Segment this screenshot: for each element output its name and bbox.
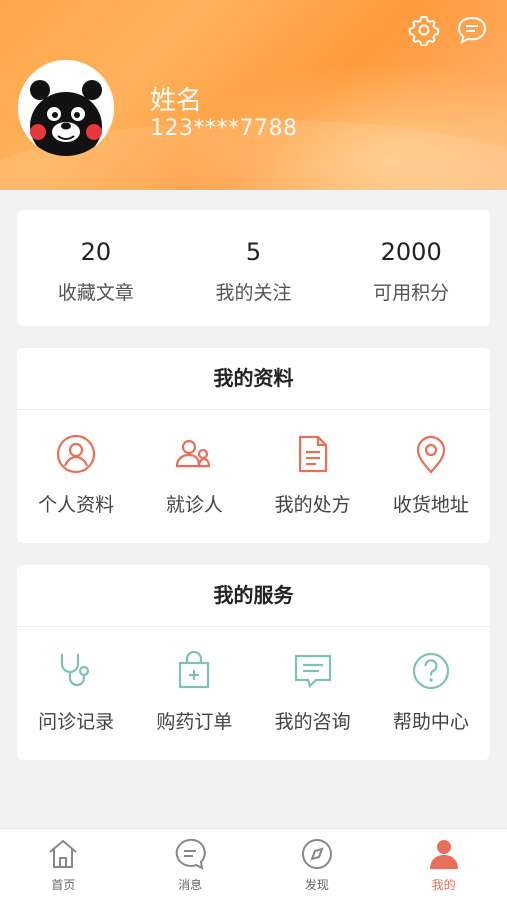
consultation-records-item[interactable]: 问诊记录 [17,627,135,734]
tab-label: 发现 [304,878,329,892]
stat-value: 5 [245,238,262,266]
stat-favorites[interactable]: 20 收藏文章 [17,210,175,326]
section-title: 我的资料 [17,348,490,410]
stat-label: 我的关注 [215,282,292,304]
bear-avatar-image [18,60,114,156]
grid-label: 帮助中心 [392,711,469,733]
stat-following[interactable]: 5 我的关注 [175,210,333,326]
help-center-item[interactable]: 帮助中心 [372,627,490,734]
home-icon [49,839,78,868]
stat-value: 2000 [380,238,442,266]
tab-messages[interactable]: 消息 [127,829,254,901]
stat-points[interactable]: 2000 可用积分 [332,210,490,326]
tab-home[interactable]: 首页 [0,829,127,901]
person-icon [429,840,458,869]
medicine-orders-item[interactable]: 购药订单 [135,627,253,734]
patients-item[interactable]: 就诊人 [135,410,253,517]
my-profile-card: 我的资料 个人资料 就诊人 我的处方 收货地址 [17,348,490,543]
stat-label: 收藏文章 [57,282,134,304]
grid-label: 我的处方 [274,494,351,516]
bottom-tab-bar: 首页 消息 发现 我的 [0,828,507,901]
tab-label: 首页 [51,878,76,892]
grid-label: 就诊人 [165,494,223,516]
shipping-address-item[interactable]: 收货地址 [372,410,490,517]
user-circle-icon [57,434,96,474]
avatar[interactable] [18,60,114,156]
message-bubble-icon[interactable] [456,14,488,46]
stats-card: 20 收藏文章 5 我的关注 2000 可用积分 [17,210,490,326]
grid-label: 购药订单 [156,711,233,733]
stat-label: 可用积分 [373,282,450,304]
message-icon [175,838,206,870]
help-question-icon [412,652,449,690]
grid-label: 个人资料 [38,494,115,516]
prescription-document-icon [298,435,327,473]
tab-label: 我的 [431,878,456,892]
tab-mine[interactable]: 我的 [380,829,507,901]
chat-bubble-icon [294,654,331,689]
tab-discover[interactable]: 发现 [254,829,381,901]
gear-icon[interactable] [408,14,440,46]
grid-label: 收货地址 [392,494,469,516]
prescription-item[interactable]: 我的处方 [254,410,372,517]
user-phone: 123****7788 [150,116,298,141]
medicine-bag-icon [179,650,210,689]
profile-header: 姓名 123****7788 [0,0,507,190]
personal-info-item[interactable]: 个人资料 [17,410,135,517]
compass-icon [301,839,332,869]
user-name: 姓名 [150,86,203,116]
patients-icon [176,439,211,468]
location-pin-icon [416,435,445,474]
tab-label: 消息 [178,878,203,892]
my-consultations-item[interactable]: 我的咨询 [254,627,372,734]
my-services-card: 我的服务 问诊记录 购药订单 我的咨询 帮助中心 [17,565,490,760]
stat-value: 20 [80,238,112,266]
section-title: 我的服务 [17,565,490,627]
grid-label: 我的咨询 [274,711,351,733]
grid-label: 问诊记录 [38,711,115,733]
stethoscope-icon [61,654,90,687]
